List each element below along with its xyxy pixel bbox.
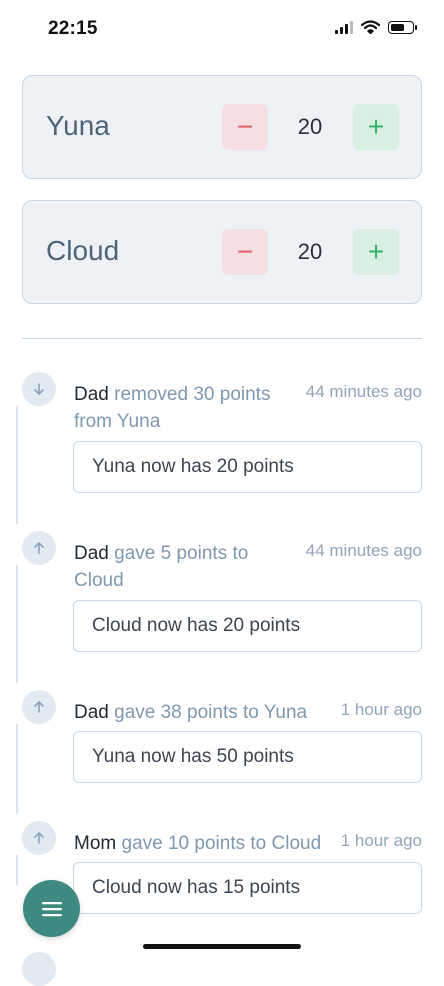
decrement-button[interactable]: − [222, 229, 268, 275]
cellular-signal-icon [335, 20, 353, 34]
activity-timestamp: 1 hour ago [340, 831, 422, 850]
player-score: 20 [297, 239, 323, 264]
home-indicator[interactable] [143, 944, 301, 949]
activity-detail: Cloud now has 20 points [73, 600, 422, 652]
activity-timestamp: 1 hour ago [340, 700, 422, 719]
increment-button[interactable]: + [353, 229, 399, 275]
player-card-cloud: Cloud − 20 + [22, 200, 422, 304]
wifi-icon [361, 20, 380, 34]
menu-icon [41, 901, 62, 916]
arrow-down-icon [22, 372, 56, 406]
arrow-up-icon [22, 821, 56, 855]
increment-button[interactable]: + [353, 104, 399, 150]
player-score: 20 [297, 114, 323, 139]
player-name: Cloud [46, 235, 120, 266]
timeline-line [16, 565, 18, 683]
status-icons [335, 20, 417, 34]
arrow-up-icon [22, 531, 56, 565]
battery-icon [388, 20, 417, 34]
activity-actor: Mom [74, 833, 117, 854]
clock: 22:15 [48, 18, 98, 39]
activity-actor: Dad [74, 543, 109, 564]
activity-actor: Dad [74, 702, 109, 723]
activity-description: Dad gave 38 points to Yuna [74, 699, 342, 726]
activity-detail: Cloud now has 15 points [73, 862, 422, 914]
activity-action: gave 10 points to Cloud [121, 833, 322, 854]
activity-timestamp: 44 minutes ago [305, 382, 422, 401]
activity-timestamp: 44 minutes ago [305, 541, 422, 560]
arrow-up-icon [22, 690, 56, 724]
arrow-up-icon [22, 952, 56, 986]
status-bar: 22:15 [0, 0, 444, 56]
section-divider [22, 338, 422, 339]
activity-detail: Yuna now has 50 points [73, 731, 422, 783]
activity-actor: Dad [74, 384, 109, 405]
activity-action: gave 38 points to Yuna [114, 702, 308, 723]
activity-description: Dad gave 5 points to Cloud [74, 540, 300, 594]
player-name: Yuna [46, 110, 110, 141]
menu-fab-button[interactable] [23, 880, 80, 937]
timeline-line [16, 855, 18, 885]
decrement-button[interactable]: − [222, 104, 268, 150]
player-card-yuna: Yuna − 20 + [22, 75, 422, 179]
timeline-line [16, 406, 18, 524]
timeline-line [16, 724, 18, 814]
activity-description: Dad removed 30 points from Yuna [74, 381, 300, 435]
activity-detail: Yuna now has 20 points [73, 441, 422, 493]
activity-description: Mom gave 10 points to Cloud [74, 830, 342, 857]
